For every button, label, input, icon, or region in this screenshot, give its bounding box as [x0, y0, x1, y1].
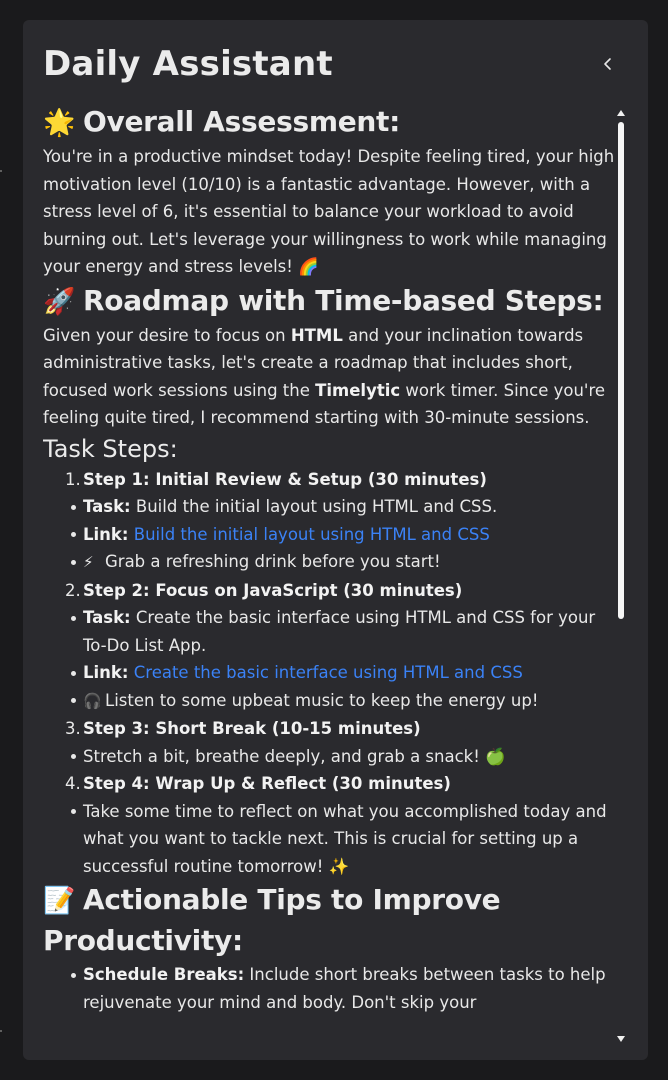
task-steps-list: 1. Step 1: Initial Review & Setup (30 min… — [43, 466, 621, 881]
step-link[interactable]: Build the initial layout using HTML and … — [134, 525, 490, 544]
collapse-button[interactable] — [596, 52, 620, 76]
edge-marker — [0, 1030, 2, 1032]
tip-item: Schedule Breaks: Include short breaks be… — [43, 961, 621, 1016]
scroll-thumb[interactable] — [618, 122, 624, 619]
lightning-icon: ⚡ — [83, 553, 94, 571]
step-title: Step 3: Short Break (10-15 minutes) — [83, 719, 421, 738]
task-steps-heading: Task Steps: — [43, 434, 178, 463]
step-title: Step 2: Focus on JavaScript (30 minutes) — [83, 580, 463, 600]
scroll-down-arrow[interactable] — [616, 1034, 626, 1044]
rocket-icon: 🚀 — [43, 286, 76, 317]
step-task: Task: Build the initial layout using HTM… — [43, 493, 621, 521]
step-tip: ⚡ Grab a refreshing drink before you star… — [43, 548, 621, 577]
assessment-heading-text: Overall Assessment: — [83, 105, 400, 138]
tips-heading: 📝 Actionable Tips to Improve Productivity… — [43, 880, 621, 961]
step-tip: 🎧 Listen to some upbeat music to keep the… — [43, 687, 621, 716]
tips-list: Schedule Breaks: Include short breaks be… — [43, 961, 621, 1016]
roadmap-intro: Given your desire to focus on HTML and y… — [43, 325, 606, 428]
step-link-row: Link: Build the initial layout using HTM… — [43, 521, 621, 549]
step-item: 1. Step 1: Initial Review & Setup (30 min… — [65, 469, 487, 489]
assessment-text: You're in a productive mindset today! De… — [43, 147, 615, 276]
step-link[interactable]: Create the basic interface using HTML an… — [134, 663, 523, 682]
panel-header: Daily Assistant — [43, 38, 628, 90]
step-item: 2. Step 2: Focus on JavaScript (30 minute… — [65, 580, 463, 600]
star-icon: 🌟 — [43, 108, 76, 138]
roadmap-heading-text: Roadmap with Time-based Steps: — [83, 283, 604, 317]
step-title: Step 1: Initial Review & Setup (30 minut… — [83, 469, 487, 489]
scroll-up-arrow[interactable] — [616, 108, 626, 118]
step-title: Step 4: Wrap Up & Reflect (30 minutes) — [83, 774, 451, 793]
step-task: Task: Create the basic interface using H… — [43, 604, 621, 659]
step-note: Stretch a bit, breathe deeply, and grab … — [43, 743, 621, 771]
roadmap-heading: 🚀 Roadmap with Time-based Steps: — [43, 281, 621, 322]
chevron-left-icon — [604, 58, 611, 70]
assessment-heading: 🌟 Overall Assessment: — [43, 102, 621, 143]
daily-assistant-panel: Daily Assistant 🌟 Overall Assessment: You… — [23, 20, 648, 1060]
assistant-content: 🌟 Overall Assessment: You're in a product… — [43, 102, 621, 1052]
panel-title: Daily Assistant — [43, 44, 333, 84]
headphones-icon: 🎧 — [83, 691, 102, 710]
step-link-row: Link: Create the basic interface using H… — [43, 659, 621, 687]
triangle-down-icon — [617, 1036, 625, 1042]
triangle-up-icon — [617, 110, 625, 116]
memo-icon: 📝 — [43, 886, 76, 916]
tips-heading-text: Actionable Tips to Improve Productivity: — [43, 883, 501, 957]
scrollbar[interactable] — [616, 108, 626, 1044]
step-item: 4. Step 4: Wrap Up & Reflect (30 minutes) — [65, 774, 451, 793]
edge-marker — [0, 170, 2, 172]
step-note: Take some time to reflect on what you ac… — [43, 798, 621, 881]
step-item: 3. Step 3: Short Break (10-15 minutes) — [65, 719, 421, 738]
